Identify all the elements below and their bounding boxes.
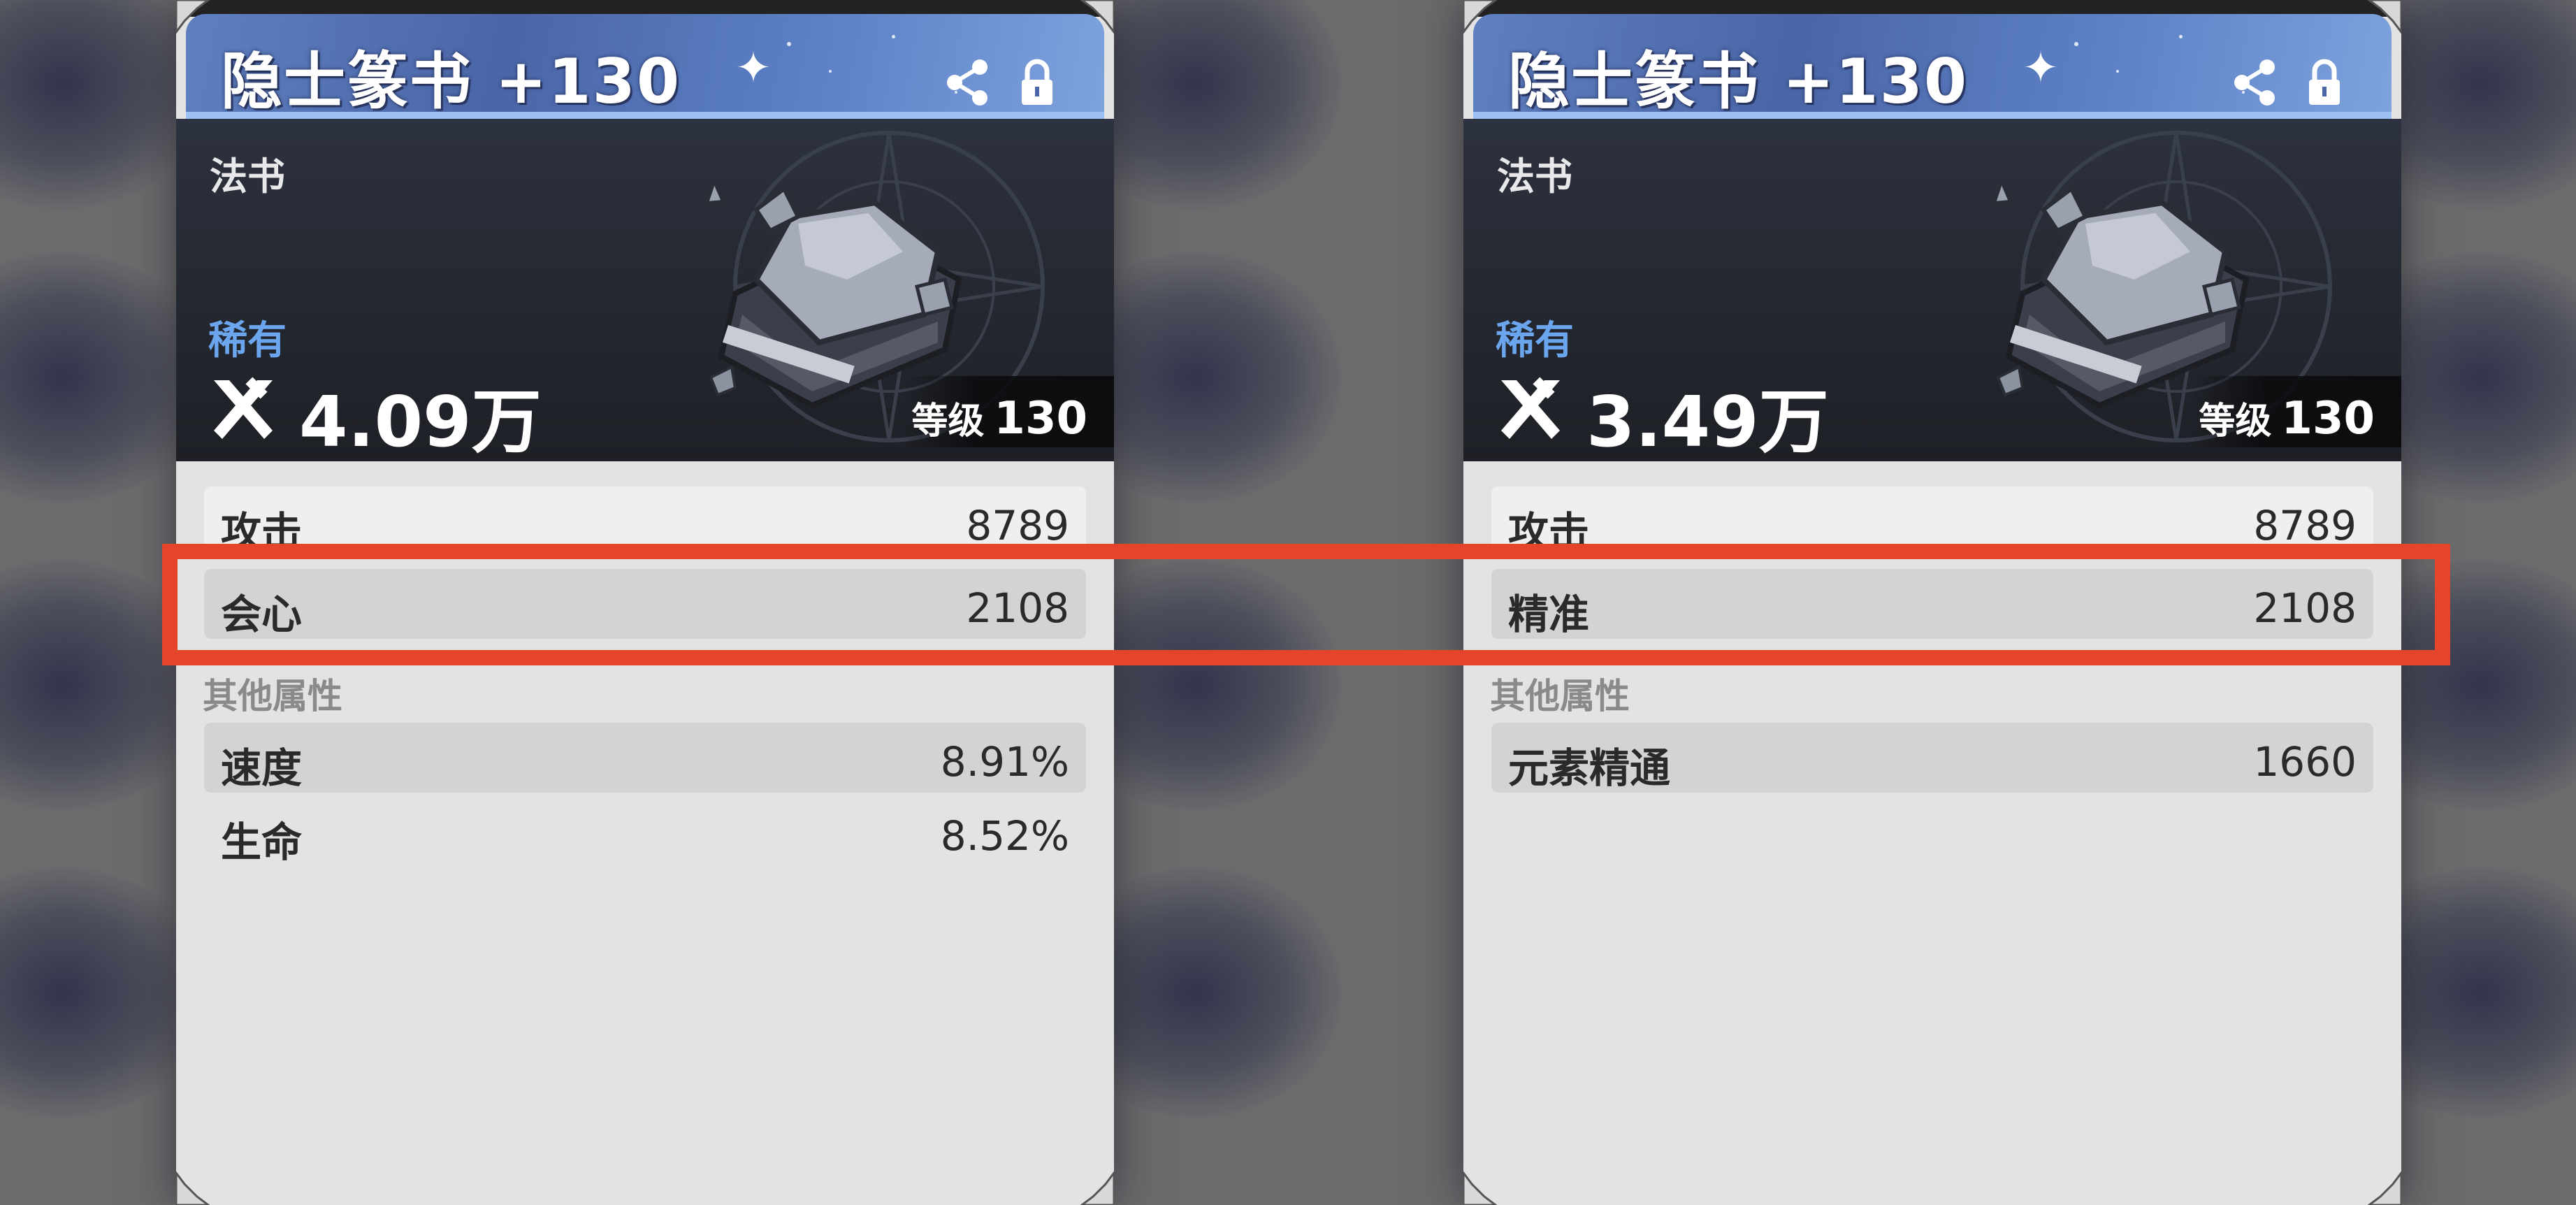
level-value: 130 (994, 393, 1087, 445)
corner-ornament (1463, 1171, 1498, 1205)
sparkle-icon: ✦ (2023, 42, 2059, 93)
item-title: 隐士篆书 +130 (1508, 45, 1969, 117)
stat-row-other-1: 元素精通 1660 (1491, 723, 2373, 793)
crossed-swords-icon (214, 377, 273, 439)
comparison-highlight (162, 544, 2450, 665)
corner-ornament (2367, 0, 2401, 34)
stat-value: 8.52% (940, 812, 1069, 860)
corner-ornament (1080, 1171, 1114, 1205)
other-stats-heading: 其他属性 (1490, 676, 1630, 716)
crossed-swords-icon (1501, 377, 1560, 439)
share-icon[interactable] (942, 57, 992, 108)
lock-icon[interactable] (2305, 57, 2344, 108)
corner-ornament (176, 1171, 210, 1205)
stat-value: 1660 (2253, 738, 2357, 786)
stat-name: 生命 (221, 818, 303, 866)
corner-ornament (2367, 1171, 2401, 1205)
corner-ornament (1080, 0, 1114, 34)
title-bar: 隐士篆书 +130 ✦ (186, 14, 1104, 119)
title-bar: 隐士篆书 +130 ✦ (1473, 14, 2392, 119)
corner-ornament (1463, 0, 1498, 34)
level-label: 等级 (911, 401, 985, 442)
level-value: 130 (2281, 393, 2375, 445)
stat-row-other-2: 生命 8.52% (204, 797, 1086, 867)
item-type: 法书 (1497, 154, 1572, 199)
stat-name: 速度 (221, 744, 303, 792)
power-value: 4.09万 (299, 381, 542, 461)
other-stats-heading: 其他属性 (203, 676, 342, 716)
stat-value: 8789 (2253, 502, 2357, 549)
stat-name: 元素精通 (1508, 744, 1671, 792)
sparkle-icon: ✦ (735, 42, 772, 93)
rarity-label: 稀有 (1496, 318, 1574, 363)
item-banner: 法书 稀有 4.09万 等级 130 (176, 119, 1114, 461)
stat-value: 8.91% (940, 738, 1069, 786)
power-value: 3.49万 (1586, 381, 1829, 461)
item-banner: 法书 稀有 3.49万 等级 130 (1463, 119, 2401, 461)
level-label: 等级 (2199, 401, 2272, 442)
item-title: 隐士篆书 +130 (221, 45, 681, 117)
item-type: 法书 (210, 154, 285, 199)
corner-ornament (176, 0, 210, 34)
lock-icon[interactable] (1018, 57, 1057, 108)
stat-value: 8789 (966, 502, 1069, 549)
level-badge: 等级 130 (904, 376, 1114, 447)
share-icon[interactable] (2229, 57, 2280, 108)
rarity-label: 稀有 (208, 318, 287, 363)
level-badge: 等级 130 (2192, 376, 2401, 447)
stat-row-other-1: 速度 8.91% (204, 723, 1086, 793)
